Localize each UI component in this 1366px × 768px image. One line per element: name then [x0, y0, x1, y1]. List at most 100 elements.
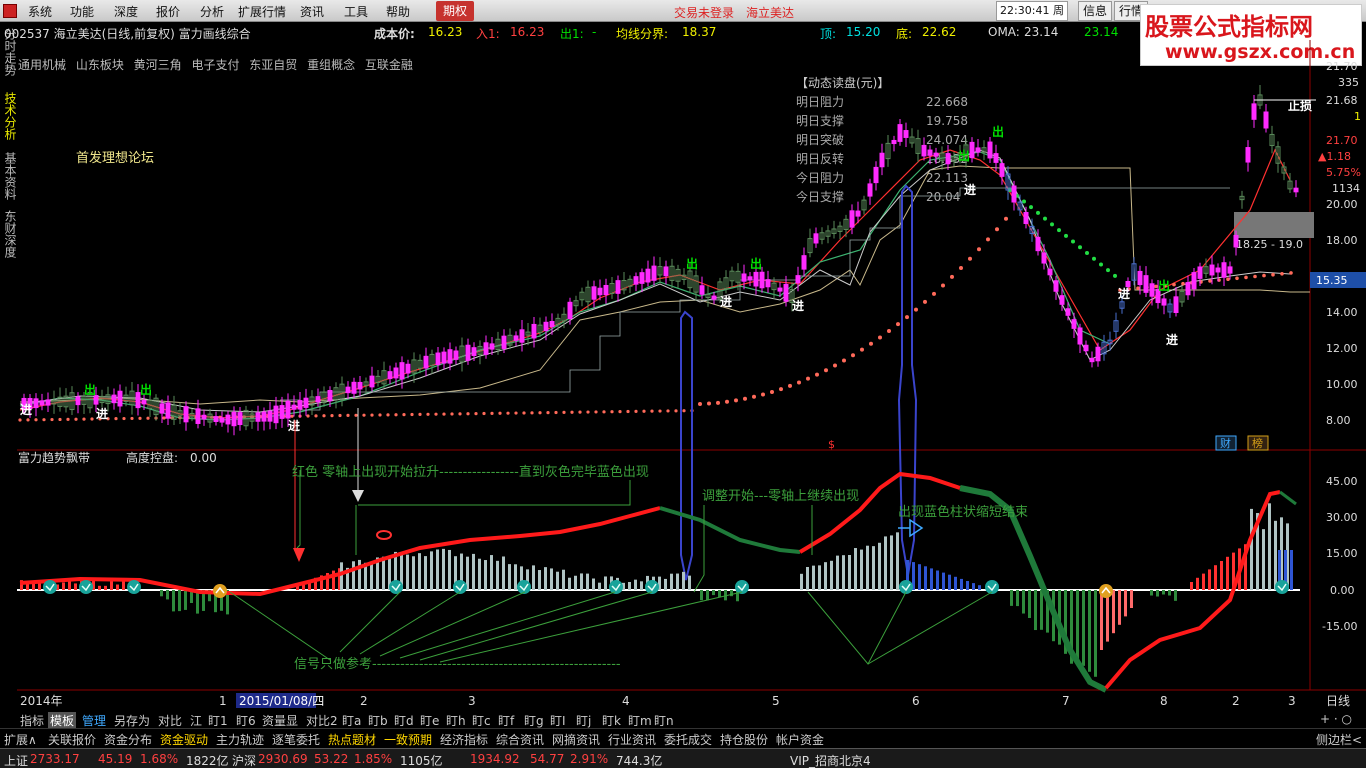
candle	[1227, 266, 1233, 274]
tool-manage[interactable]: 管理	[82, 712, 106, 729]
tool-ding-n[interactable]: 盯n	[654, 712, 674, 729]
trend-dot	[1057, 228, 1061, 233]
candle	[327, 389, 333, 402]
btn-hot-topics[interactable]: 热点题材	[328, 731, 376, 748]
btn-web-news[interactable]: 网摘资讯	[552, 731, 600, 748]
trend-dot	[752, 394, 756, 399]
trend-dot	[1208, 279, 1212, 283]
tool-indicator[interactable]: 指标	[20, 712, 44, 729]
tool-ding-j[interactable]: 盯j	[576, 712, 591, 729]
check-icon	[43, 580, 57, 594]
trend-dot	[426, 412, 430, 416]
tool-ding-h[interactable]: 盯h	[446, 712, 466, 729]
candle	[1215, 267, 1221, 273]
tool-jiang[interactable]: 江	[190, 712, 202, 729]
trend-dot	[1280, 272, 1284, 276]
btn-orders[interactable]: 委托成交	[664, 731, 712, 748]
warning-icon	[1099, 584, 1113, 598]
histogram-bar	[1094, 590, 1097, 677]
trend-dot	[18, 418, 22, 422]
tool-compare2[interactable]: 对比2	[306, 712, 338, 729]
tool-ding-d[interactable]: 盯d	[394, 712, 414, 729]
tool-save-as[interactable]: 另存为	[114, 712, 150, 729]
candle	[891, 139, 897, 145]
btn-consensus[interactable]: 一致预期	[384, 731, 432, 748]
sh-index-change: 45.19	[98, 752, 133, 766]
histogram-bar	[688, 575, 691, 590]
trend-dot	[986, 237, 990, 242]
kline-chart[interactable]: 21.70 21.68 20.00 18.00 14.00 12.00 10.0…	[0, 0, 1366, 711]
btn-account-funds[interactable]: 帐户资金	[776, 731, 824, 748]
histogram-bar	[370, 562, 373, 590]
trend-dot	[1029, 205, 1033, 210]
candle	[1065, 308, 1071, 316]
sidebar-toggle[interactable]: 侧边栏<	[1316, 731, 1362, 748]
btn-positions[interactable]: 持仓股份	[720, 731, 768, 748]
tool-ding-b[interactable]: 盯b	[368, 712, 388, 729]
tool-ding-e[interactable]: 盯e	[420, 712, 439, 729]
btn-fund-distribution[interactable]: 资金分布	[104, 731, 152, 748]
trend-dot	[995, 227, 999, 232]
annotation-4: 信号只做参考----------------------------------…	[294, 656, 621, 672]
histogram-bar	[586, 573, 589, 590]
btn-fund-drive[interactable]: 资金驱动	[160, 731, 208, 748]
histogram-bar	[836, 555, 839, 590]
zoom-controls[interactable]: + · ○	[1320, 712, 1352, 726]
candle	[1071, 319, 1077, 329]
histogram-bar	[490, 555, 493, 590]
sz-index-label[interactable]: 沪深	[232, 752, 256, 768]
btn-industry-news[interactable]: 行业资讯	[608, 731, 656, 748]
candle	[759, 271, 765, 289]
candle	[1041, 252, 1047, 264]
btn-economic-index[interactable]: 经济指标	[440, 731, 488, 748]
signal-in: 进	[1166, 332, 1178, 347]
tool-ding-c[interactable]: 盯c	[472, 712, 491, 729]
histogram-bar	[628, 582, 631, 590]
candle	[255, 412, 261, 422]
candle	[999, 163, 1005, 177]
trend-dot	[386, 413, 390, 417]
trend-dot	[498, 411, 502, 415]
histogram-bar	[592, 578, 595, 590]
candle	[279, 405, 285, 419]
trend-dot	[418, 412, 422, 416]
candle	[489, 343, 495, 350]
trend-dot	[833, 363, 837, 368]
trend-dot	[959, 265, 963, 270]
annot-line	[807, 591, 907, 665]
btn-expand[interactable]: 扩展∧	[4, 731, 37, 748]
btn-main-track[interactable]: 主力轨迹	[216, 731, 264, 748]
histogram-bar	[436, 549, 439, 590]
sh-index-label[interactable]: 上证	[4, 752, 28, 768]
histogram-bar	[978, 585, 981, 590]
candle	[117, 390, 123, 407]
histogram-bar	[670, 573, 673, 590]
tool-ding-f[interactable]: 盯f	[498, 712, 514, 729]
tool-ding-k[interactable]: 盯k	[602, 712, 621, 729]
vip-server[interactable]: VIP_招商北京4	[790, 752, 871, 768]
btn-general-news[interactable]: 综合资讯	[496, 731, 544, 748]
period-label[interactable]: 日线	[1326, 694, 1350, 708]
histogram-bar	[352, 561, 355, 590]
tool-ding-i[interactable]: 盯I	[550, 712, 566, 729]
annotation-2: 调整开始---零轴上继续出现	[702, 489, 859, 504]
tool-ding-g[interactable]: 盯g	[524, 712, 544, 729]
tool-compare[interactable]: 对比	[158, 712, 182, 729]
tool-ding-a[interactable]: 盯a	[342, 712, 361, 729]
histogram-bar	[448, 549, 451, 590]
tool-ding-m[interactable]: 盯m	[628, 712, 652, 729]
candle	[873, 166, 879, 184]
trend-dot	[1253, 274, 1257, 279]
tool-volume-display[interactable]: 资量显	[262, 712, 298, 729]
histogram-bar	[472, 553, 475, 590]
btn-related-quote[interactable]: 关联报价	[48, 731, 96, 748]
btn-tick-order[interactable]: 逐笔委托	[272, 731, 320, 748]
tool-ding6[interactable]: 盯6	[236, 712, 256, 729]
tool-template[interactable]: 模板	[48, 712, 77, 729]
tool-ding1[interactable]: 盯1	[208, 712, 228, 729]
histogram-bar	[532, 565, 535, 590]
control-value: 0.00	[190, 451, 217, 465]
histogram-bar	[160, 590, 163, 597]
candle	[1023, 212, 1029, 224]
vol-tag-2: 1134	[1332, 182, 1360, 195]
